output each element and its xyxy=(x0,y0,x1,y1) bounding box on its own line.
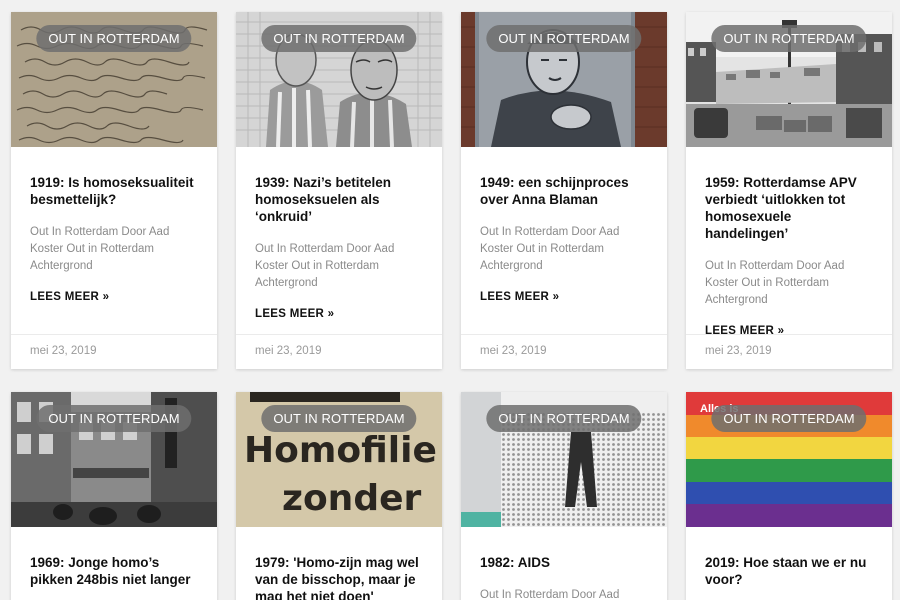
read-more-link[interactable]: LEES MEER » xyxy=(480,291,648,303)
article-title[interactable]: 1969: Jonge homo’s pikken 248bis niet la… xyxy=(30,554,198,588)
category-badge[interactable]: OUT IN ROTTERDAM xyxy=(486,405,642,432)
read-more-link[interactable]: LEES MEER » xyxy=(255,308,423,320)
harbour-photo-image[interactable]: OUT IN ROTTERDAM xyxy=(686,12,892,147)
article-meta: Out In Rotterdam Door Aad Koster Out in … xyxy=(255,243,395,289)
newspaper-headline-text: Homofilie xyxy=(244,430,437,471)
article-title[interactable]: 1982: AIDS xyxy=(480,554,648,571)
newspaper-subheadline-text: zonder xyxy=(282,478,422,519)
article-card[interactable]: OUT IN ROTTERDAM 1982: AIDS Out In Rotte… xyxy=(461,392,667,600)
article-meta: Out In Rotterdam Door Aad Koster Out in … xyxy=(30,226,170,272)
article-title[interactable]: 1949: een schijnproces over Anna Blaman xyxy=(480,174,648,208)
article-title[interactable]: 1959: Rotterdamse APV verbiedt ‘uitlokke… xyxy=(705,174,873,242)
article-grid: OUT IN ROTTERDAM 1919: Is homoseksualite… xyxy=(0,0,900,600)
prisoners-drawing-image[interactable]: OUT IN ROTTERDAM xyxy=(236,12,442,147)
article-date: mei 23, 2019 xyxy=(236,334,442,369)
article-title[interactable]: 1979: 'Homo-zijn mag wel van de bisschop… xyxy=(255,554,423,600)
category-badge[interactable]: OUT IN ROTTERDAM xyxy=(711,405,867,432)
read-more-link[interactable]: LEES MEER » xyxy=(30,291,198,303)
rainbow-flag-image[interactable]: Alles is OUT IN ROTTERDAM xyxy=(686,392,892,527)
article-date: mei 23, 2019 xyxy=(686,334,892,369)
article-date: mei 23, 2019 xyxy=(461,334,667,369)
street-photo-image[interactable]: OUT IN ROTTERDAM xyxy=(11,392,217,527)
article-card[interactable]: Alles is OUT IN ROTTERDAM 2019: Hoe staa… xyxy=(686,392,892,600)
category-badge[interactable]: OUT IN ROTTERDAM xyxy=(711,25,867,52)
article-date: mei 23, 2019 xyxy=(11,334,217,369)
article-card[interactable]: OUT IN ROTTERDAM 1969: Jonge homo’s pikk… xyxy=(11,392,217,600)
article-card[interactable]: OUT IN ROTTERDAM 1919: Is homoseksualite… xyxy=(11,12,217,369)
article-title[interactable]: 1919: Is homoseksualiteit besmettelijk? xyxy=(30,174,198,208)
article-title[interactable]: 1939: Nazi’s betitelen homoseksuelen als… xyxy=(255,174,423,225)
category-badge[interactable]: OUT IN ROTTERDAM xyxy=(261,25,417,52)
article-meta: Out In Rotterdam Door Aad Koster Out in … xyxy=(705,260,845,306)
article-card[interactable]: OUT IN ROTTERDAM 1939: Nazi’s betitelen … xyxy=(236,12,442,369)
category-badge[interactable]: OUT IN ROTTERDAM xyxy=(261,405,417,432)
article-card[interactable]: Homofilie zonder OUT IN ROTTERDAM 1979: … xyxy=(236,392,442,600)
category-badge[interactable]: OUT IN ROTTERDAM xyxy=(36,25,192,52)
article-title[interactable]: 2019: Hoe staan we er nu voor? xyxy=(705,554,873,588)
poster-image[interactable]: OUT IN ROTTERDAM xyxy=(461,392,667,527)
category-badge[interactable]: OUT IN ROTTERDAM xyxy=(486,25,642,52)
handwritten-letter-image[interactable]: OUT IN ROTTERDAM xyxy=(11,12,217,147)
wall-mural-image[interactable]: OUT IN ROTTERDAM xyxy=(461,12,667,147)
category-badge[interactable]: OUT IN ROTTERDAM xyxy=(36,405,192,432)
article-meta: Out In Rotterdam Door Aad xyxy=(480,589,620,600)
newspaper-headline-image[interactable]: Homofilie zonder OUT IN ROTTERDAM xyxy=(236,392,442,527)
article-card[interactable]: OUT IN ROTTERDAM 1949: een schijnproces … xyxy=(461,12,667,369)
article-card[interactable]: OUT IN ROTTERDAM 1959: Rotterdamse APV v… xyxy=(686,12,892,369)
article-meta: Out In Rotterdam Door Aad Koster Out in … xyxy=(480,226,620,272)
